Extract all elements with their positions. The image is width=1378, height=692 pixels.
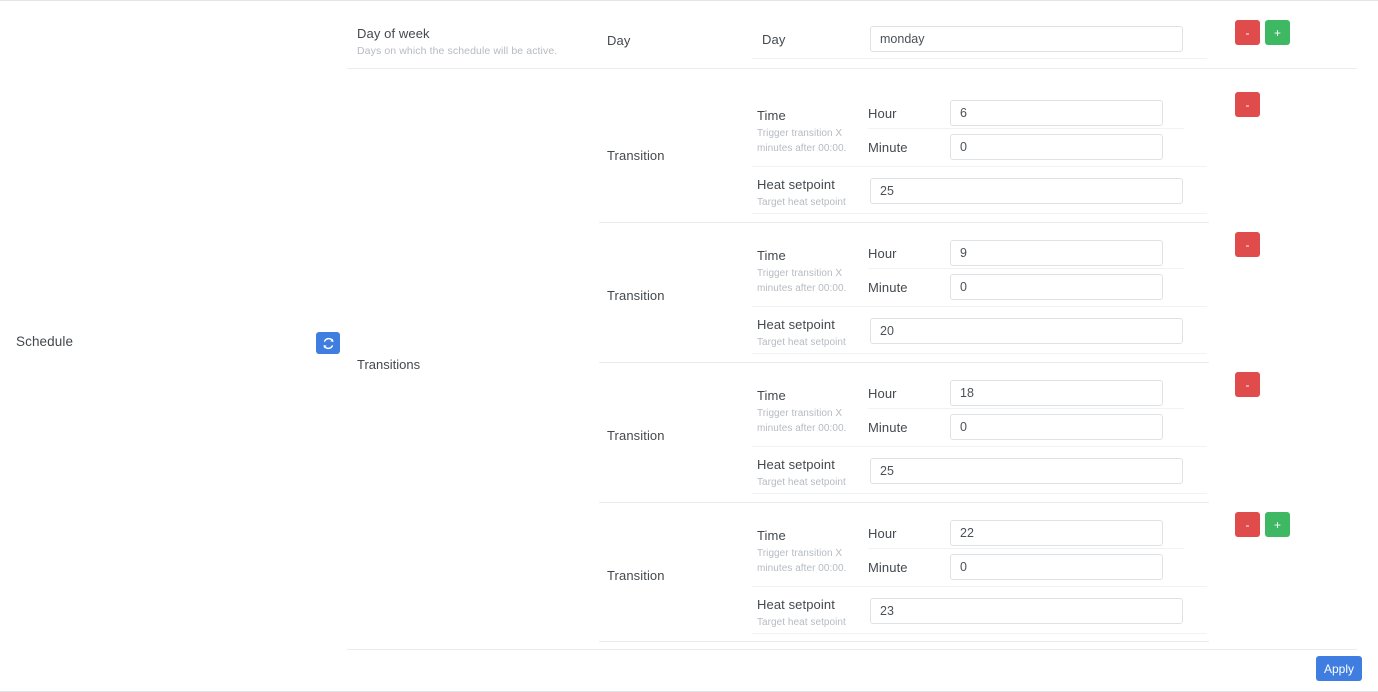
heat-setpoint-label: Heat setpoint	[757, 457, 835, 472]
time-description: Trigger transition X minutes after 00:00…	[757, 546, 852, 576]
transition-label: Transition	[607, 568, 665, 583]
day-of-week-heading: Day of week Days on which the schedule w…	[357, 26, 587, 57]
transition-divider	[599, 502, 1209, 503]
minute-label: Minute	[868, 140, 908, 155]
hour-minute-divider	[868, 548, 1184, 549]
hour-label: Hour	[868, 106, 897, 121]
heat-setpoint-description: Target heat setpoint	[757, 335, 846, 350]
transition-label: Transition	[607, 428, 665, 443]
refresh-button[interactable]	[316, 332, 340, 354]
time-label: Time	[757, 528, 786, 543]
minute-label: Minute	[868, 560, 908, 575]
time-block-divider	[752, 446, 1207, 447]
transitions-title: Transitions	[357, 357, 420, 372]
heat-setpoint-label: Heat setpoint	[757, 317, 835, 332]
add-transition-button[interactable]: +	[1265, 512, 1290, 537]
transition-label: Transition	[607, 288, 665, 303]
remove-transition-button[interactable]: -	[1235, 512, 1260, 537]
heat-setpoint-divider	[752, 213, 1207, 214]
day-group-label: Day	[607, 33, 630, 48]
heat-setpoint-input[interactable]	[870, 318, 1183, 344]
transition-label: Transition	[607, 148, 665, 163]
remove-transition-button[interactable]: -	[1235, 232, 1260, 257]
hour-input[interactable]	[950, 380, 1163, 406]
remove-transition-button[interactable]: -	[1235, 372, 1260, 397]
heat-setpoint-input[interactable]	[870, 458, 1183, 484]
heat-setpoint-input[interactable]	[870, 598, 1183, 624]
heat-setpoint-description: Target heat setpoint	[757, 615, 846, 630]
time-block-divider	[752, 166, 1207, 167]
hour-label: Hour	[868, 386, 897, 401]
hour-minute-divider	[868, 268, 1184, 269]
footer-divider	[347, 649, 1357, 650]
minute-input[interactable]	[950, 274, 1163, 300]
schedule-config-page: Schedule Day of week Days on which the s…	[0, 0, 1378, 692]
minute-input[interactable]	[950, 134, 1163, 160]
minute-input[interactable]	[950, 554, 1163, 580]
hour-minute-divider	[868, 128, 1184, 129]
time-description: Trigger transition X minutes after 00:00…	[757, 406, 852, 436]
transition-divider	[599, 222, 1209, 223]
schedule-section-label: Schedule	[16, 334, 73, 349]
transition-divider	[599, 362, 1209, 363]
apply-button[interactable]: Apply	[1316, 656, 1362, 681]
heat-setpoint-divider	[752, 493, 1207, 494]
time-label: Time	[757, 248, 786, 263]
time-block-divider	[752, 306, 1207, 307]
transition-divider	[599, 641, 1209, 642]
hour-input[interactable]	[950, 240, 1163, 266]
time-label: Time	[757, 108, 786, 123]
time-description: Trigger transition X minutes after 00:00…	[757, 126, 852, 156]
heat-setpoint-label: Heat setpoint	[757, 597, 835, 612]
hour-minute-divider	[868, 408, 1184, 409]
refresh-icon	[322, 337, 335, 350]
heat-setpoint-description: Target heat setpoint	[757, 475, 846, 490]
hour-label: Hour	[868, 246, 897, 261]
day-input[interactable]	[870, 26, 1183, 52]
minute-input[interactable]	[950, 414, 1163, 440]
heat-setpoint-divider	[752, 633, 1207, 634]
heat-setpoint-divider	[752, 353, 1207, 354]
remove-day-button[interactable]: -	[1235, 20, 1260, 45]
time-description: Trigger transition X minutes after 00:00…	[757, 266, 852, 296]
day-of-week-title: Day of week	[357, 26, 587, 41]
hour-label: Hour	[868, 526, 897, 541]
time-label: Time	[757, 388, 786, 403]
day-of-week-description: Days on which the schedule will be activ…	[357, 45, 587, 57]
minute-label: Minute	[868, 280, 908, 295]
hour-input[interactable]	[950, 100, 1163, 126]
heat-setpoint-label: Heat setpoint	[757, 177, 835, 192]
day-of-week-section-divider	[347, 68, 1357, 69]
day-field-label: Day	[762, 32, 785, 47]
heat-setpoint-description: Target heat setpoint	[757, 195, 846, 210]
minute-label: Minute	[868, 420, 908, 435]
day-row-divider	[752, 58, 1207, 59]
hour-input[interactable]	[950, 520, 1163, 546]
remove-transition-button[interactable]: -	[1235, 92, 1260, 117]
add-day-button[interactable]: +	[1265, 20, 1290, 45]
heat-setpoint-input[interactable]	[870, 178, 1183, 204]
time-block-divider	[752, 586, 1207, 587]
